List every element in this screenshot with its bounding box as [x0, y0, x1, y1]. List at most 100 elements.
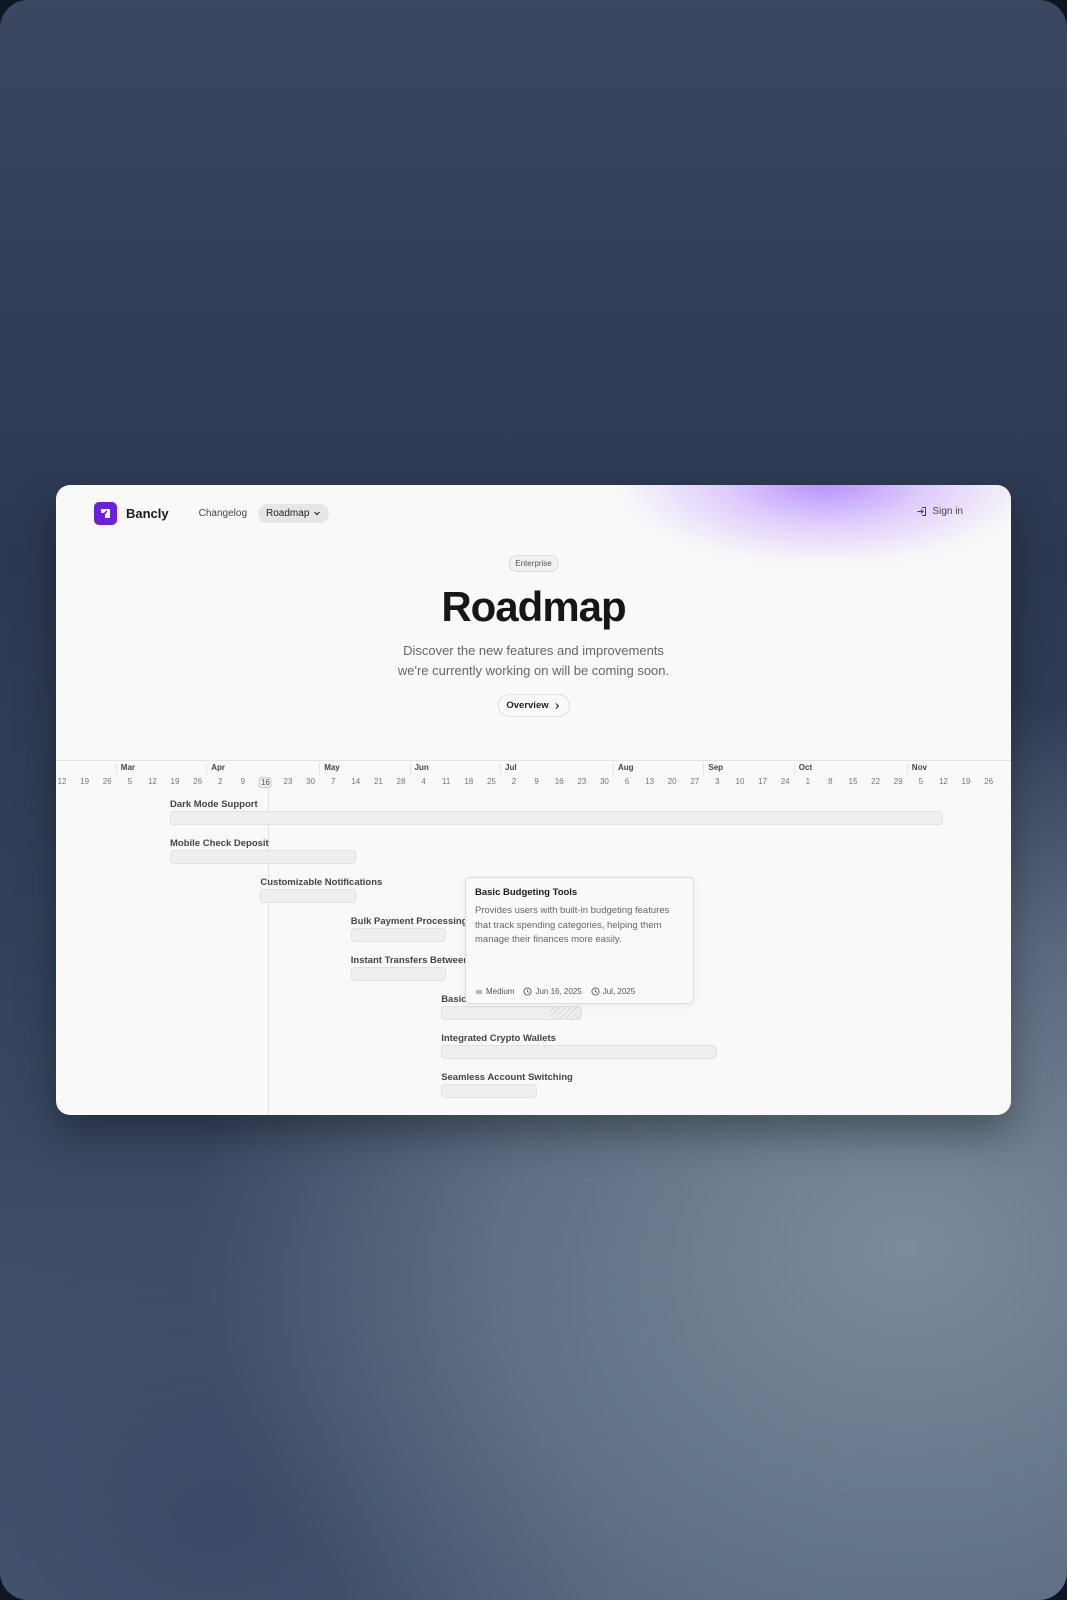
feature-label[interactable]: Integrated Crypto Wallets: [441, 1033, 556, 1044]
timeline-day-label: 30: [599, 777, 609, 786]
timeline-day-label: 17: [758, 777, 768, 786]
subtitle-line-2: we're currently working on will be comin…: [397, 663, 670, 678]
timeline-day-label: 26: [984, 777, 994, 786]
timeline-day-label: 25: [486, 777, 496, 786]
timeline-day-label: 6: [624, 777, 630, 786]
chevron-right-icon: [555, 702, 559, 709]
feature-bar[interactable]: [170, 811, 944, 825]
timeline-month-label: Mar: [115, 763, 135, 775]
nav-roadmap-dropdown[interactable]: Roadmap: [258, 503, 330, 523]
timeline-day-label: 20: [667, 777, 677, 786]
timeline-day-label: 7: [330, 777, 336, 786]
timeline-month-label: Oct: [793, 763, 812, 775]
tooltip-end-label: Jul, 2025: [602, 987, 636, 996]
tooltip-start-label: Jun 16, 2025: [535, 987, 582, 996]
timeline-day-label: 23: [577, 777, 587, 786]
timeline-day-label: 19: [80, 777, 90, 786]
timeline-day-label: 3: [715, 777, 720, 786]
timeline-day-label: 5: [127, 777, 133, 786]
timeline-month-label: Apr: [206, 763, 225, 775]
background: Bancly Changelog Roadmap Sign in Enterpr…: [0, 0, 1067, 1600]
feature-bar[interactable]: [441, 1045, 718, 1059]
timeline-month-label: Jun: [409, 763, 429, 775]
feature-label[interactable]: Seamless Account Switching: [441, 1072, 573, 1083]
timeline-month-label: Sep: [703, 763, 723, 775]
tooltip-meta: Medium Jun 16, 2025 Jul, 2025: [475, 987, 635, 996]
page-subtitle: Discover the new features and improvemen…: [56, 641, 1011, 681]
timeline-day-label: 12: [147, 777, 157, 786]
feature-label[interactable]: Customizable Notifications: [260, 877, 382, 888]
tooltip-priority-label: Medium: [486, 987, 515, 996]
overview-label: Overview: [506, 700, 549, 711]
brand-name[interactable]: Bancly: [126, 506, 169, 521]
timeline-day-label: 30: [306, 777, 316, 786]
chevron-down-icon: [314, 511, 321, 516]
timeline-axis-line: [56, 760, 1011, 761]
timeline-day-label: 1: [805, 777, 811, 786]
clock-icon: [523, 987, 533, 996]
timeline-day-label: 18: [464, 777, 474, 786]
feature-label[interactable]: Dark Mode Support: [170, 799, 258, 810]
timeline-day-label: 2: [511, 777, 517, 786]
timeline-day-label: 23: [283, 777, 293, 786]
overview-button[interactable]: Overview: [497, 694, 570, 717]
timeline-day-label: 29: [893, 777, 903, 786]
enterprise-badge: Enterprise: [508, 555, 559, 572]
brand-logo-icon[interactable]: [94, 501, 117, 525]
feature-bar[interactable]: [441, 1084, 537, 1098]
feature-tooltip: Basic Budgeting Tools Provides users wit…: [465, 877, 694, 1004]
timeline-month-label: May: [319, 763, 340, 775]
timeline-day-label: 5: [918, 777, 924, 786]
timeline-month-label: Jul: [500, 763, 517, 775]
timeline-day-label: 2: [217, 777, 223, 786]
feature-bar[interactable]: [350, 928, 447, 942]
top-nav: Bancly Changelog Roadmap: [94, 501, 330, 525]
timeline-today-label: 16: [258, 777, 272, 788]
timeline-day-label: 12: [57, 777, 67, 786]
timeline-day-label: 27: [690, 777, 700, 786]
timeline-day-label: 21: [373, 777, 383, 786]
feature-bar[interactable]: [170, 850, 356, 864]
sign-in-icon: [917, 507, 927, 516]
timeline-day-label: 24: [780, 777, 790, 786]
feature-label[interactable]: Bulk Payment Processing: [351, 916, 468, 927]
timeline-day-label: 9: [534, 777, 539, 786]
timeline-day-label: 13: [645, 777, 655, 786]
timeline-month-label: Aug: [613, 763, 634, 775]
clock-icon: [591, 987, 600, 996]
tooltip-priority: Medium: [475, 987, 514, 996]
timeline-day-label: 26: [193, 777, 203, 786]
timeline-day-label: 10: [735, 777, 745, 786]
tooltip-title: Basic Budgeting Tools: [475, 887, 578, 898]
timeline-day-label: 14: [351, 777, 361, 786]
browser-window: Bancly Changelog Roadmap Sign in Enterpr…: [56, 485, 1011, 1115]
page-title: Roadmap: [441, 583, 626, 630]
roadmap-timeline: Mar Apr May Jun Jul Aug Sep Oct Nov 12 19 26 5 12 19 2…: [56, 760, 1011, 1115]
timeline-day-label: 4: [421, 777, 426, 786]
purple-glow: [616, 485, 1011, 565]
sign-in-label: Sign in: [932, 506, 963, 517]
timeline-day-label: 11: [442, 777, 451, 786]
sign-in-button[interactable]: Sign in: [916, 506, 963, 517]
nav-roadmap-label: Roadmap: [266, 507, 310, 519]
priority-icon: [476, 990, 482, 993]
feature-bar[interactable]: [260, 889, 356, 903]
tooltip-end-date: Jul, 2025: [591, 987, 635, 996]
timeline-day-label: 26: [102, 777, 112, 786]
tooltip-start-date: Jun 16, 2025: [523, 987, 582, 996]
timeline-day-label: 19: [961, 777, 971, 786]
timeline-day-label: 15: [848, 777, 858, 786]
nav-link-changelog[interactable]: Changelog: [199, 508, 247, 519]
subtitle-line-1: Discover the new features and improvemen…: [403, 643, 664, 658]
timeline-day-label: 19: [170, 777, 180, 786]
timeline-day-label: 12: [938, 777, 948, 786]
feature-bar[interactable]: [350, 967, 447, 981]
feature-label[interactable]: Mobile Check Deposit: [170, 838, 269, 849]
timeline-day-label: 8: [828, 777, 833, 786]
tooltip-description: Provides users with built-in budgeting f…: [475, 905, 670, 945]
timeline-day-label: 28: [396, 777, 406, 786]
timeline-day-label: 22: [871, 777, 881, 786]
feature-bar[interactable]: [441, 1006, 582, 1020]
timeline-day-label: 9: [240, 777, 246, 786]
timeline-month-label: Nov: [906, 763, 927, 775]
